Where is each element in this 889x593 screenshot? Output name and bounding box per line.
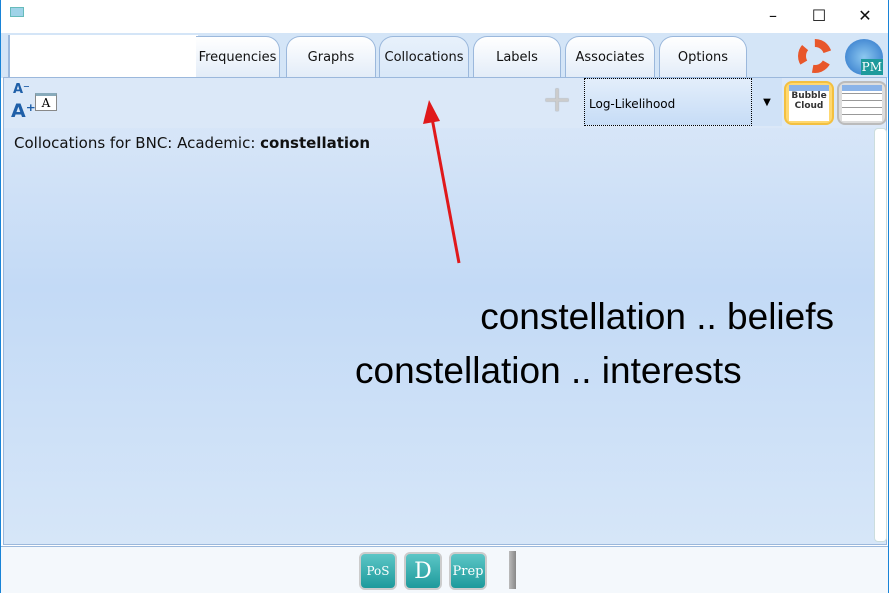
pos-button[interactable]: PoS xyxy=(359,552,397,590)
separator xyxy=(509,551,516,589)
dispersion-button[interactable]: D xyxy=(404,552,442,590)
red-arrow-annotation xyxy=(423,100,461,264)
prep-button[interactable]: Prep xyxy=(449,552,487,590)
bottom-toolbar: PoS D Prep xyxy=(1,546,888,593)
